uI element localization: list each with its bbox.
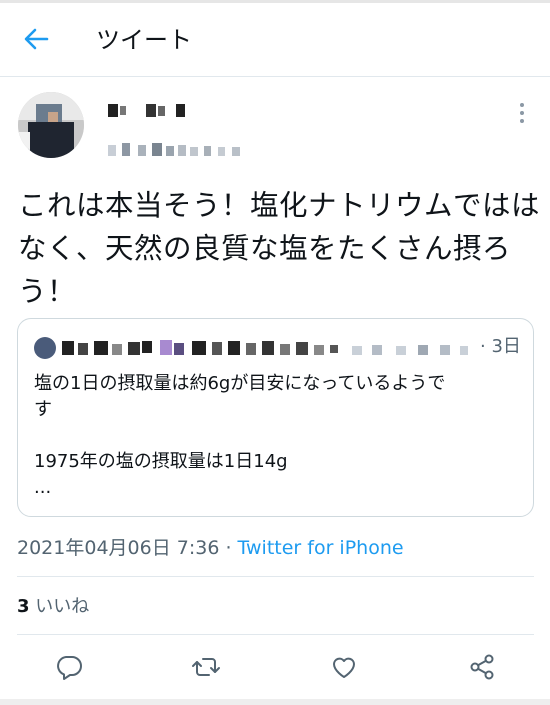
- more-options-icon[interactable]: [512, 100, 532, 126]
- page-title: ツイート: [96, 26, 192, 54]
- tweet-text-line: う！: [18, 275, 77, 308]
- like-heart-icon[interactable]: [329, 652, 359, 682]
- tweet-datetime[interactable]: 2021年04月06日 7:36: [17, 537, 219, 559]
- quoted-avatar: [34, 337, 56, 359]
- quoted-text-line: す: [34, 399, 52, 420]
- bottom-edge: [0, 699, 550, 705]
- avatar[interactable]: [18, 92, 84, 158]
- quoted-time: · 3日: [480, 336, 521, 357]
- like-count-label: いいね: [29, 596, 90, 617]
- author-name-obscured[interactable]: [108, 103, 192, 117]
- author-handle-obscured[interactable]: [108, 142, 244, 156]
- retweet-icon[interactable]: [191, 652, 221, 682]
- quoted-text-line: 塩の1日の摂取量は約6gが目安になっているようで: [34, 373, 446, 394]
- tweet-text-line: なく、天然の良質な塩をたくさん摂ろ: [18, 232, 512, 265]
- tweet-text-line: これは本当そう！塩化ナトリウムではは: [18, 189, 541, 222]
- quoted-text-line: 1975年の塩の摂取量は1日14g: [34, 451, 288, 472]
- quoted-author-obscured: [62, 339, 472, 357]
- quoted-text-ellipsis: ...: [34, 477, 52, 498]
- meta-separator: ·: [219, 537, 238, 559]
- back-arrow-icon[interactable]: [22, 25, 50, 53]
- tweet-meta: 2021年04月06日 7:36 · Twitter for iPhone: [17, 535, 404, 561]
- reply-icon[interactable]: [54, 652, 84, 682]
- quoted-tweet-card[interactable]: · 3日 塩の1日の摂取量は約6gが目安になっているようで す 1975年の塩の…: [17, 318, 534, 517]
- quoted-text-blank-line: [34, 423, 524, 449]
- tweet-text: これは本当そう！塩化ナトリウムではは なく、天然の良質な塩をたくさん摂ろ う！: [18, 184, 541, 313]
- tweet-source-link[interactable]: Twitter for iPhone: [238, 537, 404, 559]
- like-count-number: 3: [17, 596, 30, 617]
- quoted-text: 塩の1日の摂取量は約6gが目安になっているようで す 1975年の塩の摂取量は1…: [34, 371, 524, 501]
- divider: [17, 634, 534, 635]
- divider: [17, 576, 534, 577]
- share-icon[interactable]: [467, 652, 497, 682]
- likes-count[interactable]: 3 いいね: [17, 594, 89, 620]
- header: ツイート: [0, 3, 550, 75]
- header-divider: [0, 76, 550, 77]
